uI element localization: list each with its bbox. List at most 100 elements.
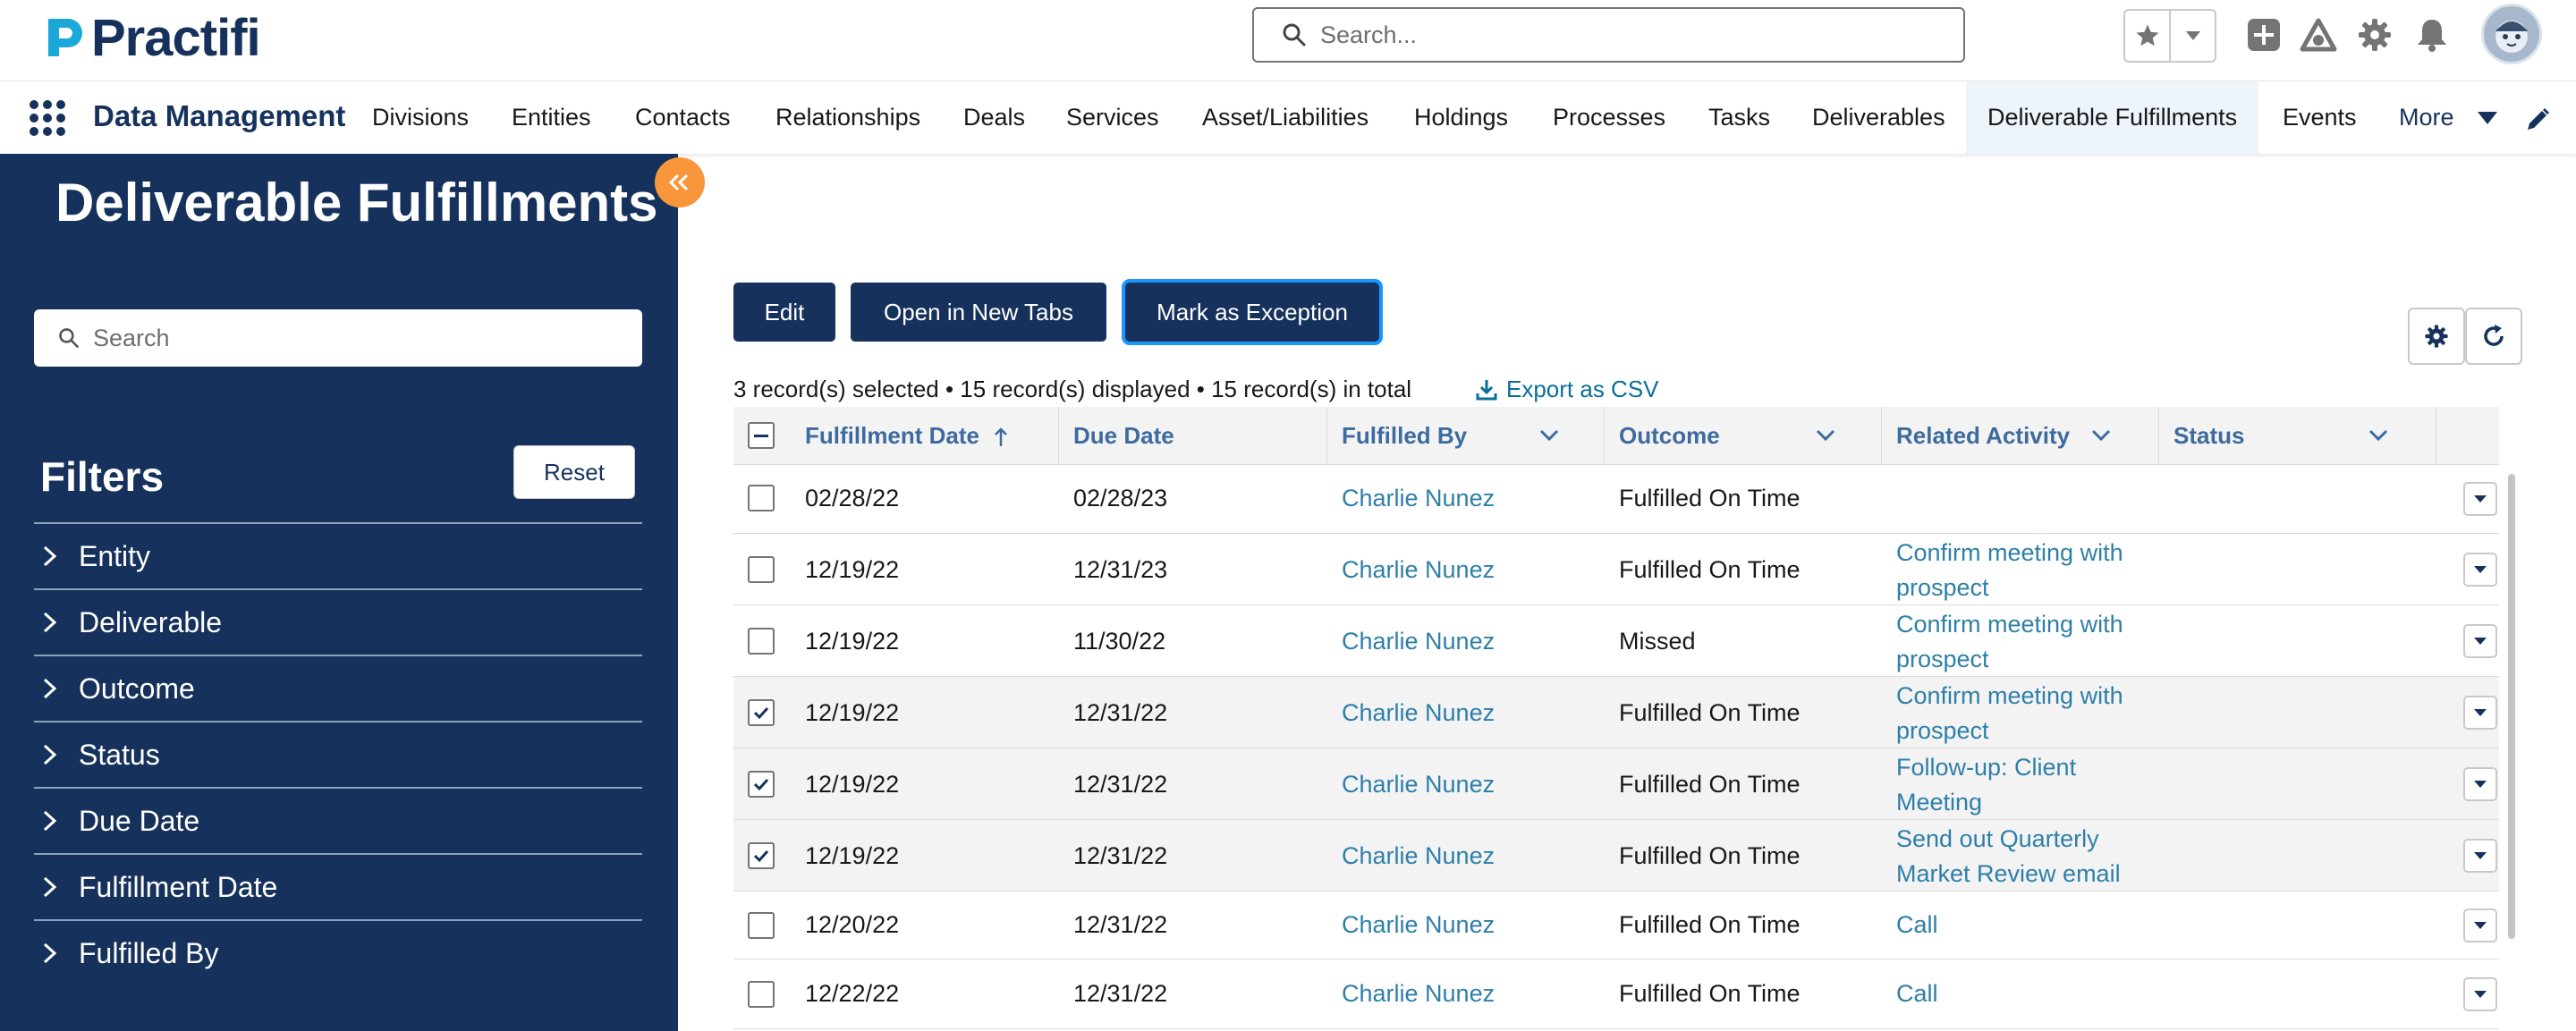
chevron-down-icon[interactable] bbox=[1538, 427, 1561, 444]
filter-deliverable[interactable]: Deliverable bbox=[34, 588, 642, 655]
table-scrollbar[interactable] bbox=[2508, 474, 2515, 939]
chevron-down-icon[interactable] bbox=[2367, 427, 2390, 444]
chevron-down-icon[interactable] bbox=[2476, 110, 2499, 126]
table-row[interactable]: 12/20/22 12/31/22 Charlie Nunez Fulfille… bbox=[733, 892, 2499, 959]
sidebar-search-input[interactable]: Search bbox=[34, 309, 642, 367]
column-header-due-date[interactable]: Due Date bbox=[1073, 407, 1174, 464]
refresh-button[interactable] bbox=[2465, 308, 2522, 365]
cell-fulfilled-by-link[interactable]: Charlie Nunez bbox=[1342, 485, 1495, 512]
open-in-new-tabs-button[interactable]: Open in New Tabs bbox=[851, 283, 1106, 342]
cell-fulfilled-by-link[interactable]: Charlie Nunez bbox=[1342, 980, 1495, 1008]
cell-related-activity-link[interactable]: Send out Quarterly Market Review email bbox=[1896, 822, 2121, 892]
table-row-selected[interactable]: 12/19/22 12/31/22 Charlie Nunez Fulfille… bbox=[733, 748, 2499, 820]
nav-item-entities[interactable]: Entities bbox=[512, 81, 591, 154]
nav-item-tasks[interactable]: Tasks bbox=[1708, 81, 1770, 154]
favorites-button[interactable] bbox=[2125, 11, 2169, 61]
nav-item-deals[interactable]: Deals bbox=[963, 81, 1025, 154]
filter-status[interactable]: Status bbox=[34, 721, 642, 787]
filter-outcome[interactable]: Outcome bbox=[34, 655, 642, 721]
cell-related-activity-link[interactable]: Confirm meeting with prospect bbox=[1896, 679, 2123, 748]
cell-related-activity-link[interactable]: Follow-up: Client Meeting bbox=[1896, 750, 2076, 820]
column-divider[interactable] bbox=[1058, 407, 1059, 464]
cell-fulfilled-by-link[interactable]: Charlie Nunez bbox=[1342, 842, 1495, 870]
nav-item-services[interactable]: Services bbox=[1066, 81, 1159, 154]
table-row[interactable]: 12/19/22 12/31/23 Charlie Nunez Fulfille… bbox=[733, 534, 2499, 605]
cell-related-activity-link[interactable]: Call bbox=[1896, 911, 1938, 939]
column-header-fulfilled-by[interactable]: Fulfilled By bbox=[1342, 407, 1467, 464]
nav-item-contacts[interactable]: Contacts bbox=[635, 81, 731, 154]
filter-fulfillment-date[interactable]: Fulfillment Date bbox=[34, 853, 642, 919]
filter-due-date[interactable]: Due Date bbox=[34, 787, 642, 853]
row-checkbox-checked[interactable] bbox=[748, 771, 775, 798]
nav-item-processes[interactable]: Processes bbox=[1553, 81, 1665, 154]
column-divider[interactable] bbox=[1326, 407, 1327, 464]
nav-item-events[interactable]: Events bbox=[2283, 81, 2357, 154]
row-actions-button[interactable] bbox=[2463, 696, 2497, 730]
app-launcher-icon[interactable] bbox=[27, 97, 68, 139]
cell-fulfillment-date: 12/19/22 bbox=[805, 628, 900, 655]
table-settings-button[interactable] bbox=[2408, 308, 2465, 365]
table-row[interactable]: 12/19/22 11/30/22 Charlie Nunez Missed C… bbox=[733, 605, 2499, 677]
filter-entity[interactable]: Entity bbox=[34, 522, 642, 588]
nav-more-menu[interactable]: More bbox=[2399, 81, 2454, 154]
row-checkbox[interactable] bbox=[748, 981, 775, 1008]
table-row-selected[interactable]: 12/19/22 12/31/22 Charlie Nunez Fulfille… bbox=[733, 677, 2499, 748]
cell-fulfilled-by-link[interactable]: Charlie Nunez bbox=[1342, 556, 1495, 584]
cell-fulfilled-by-link[interactable]: Charlie Nunez bbox=[1342, 911, 1495, 939]
cell-fulfilled-by-link[interactable]: Charlie Nunez bbox=[1342, 699, 1495, 727]
chevron-down-icon[interactable] bbox=[1814, 427, 1837, 444]
column-header-fulfillment-date[interactable]: Fulfillment Date bbox=[805, 407, 1009, 464]
row-actions-button[interactable] bbox=[2463, 482, 2497, 516]
nav-item-holdings[interactable]: Holdings bbox=[1414, 81, 1508, 154]
reset-filters-button[interactable]: Reset bbox=[513, 445, 635, 499]
trailhead-button[interactable] bbox=[2296, 13, 2341, 57]
cell-fulfilled-by-link[interactable]: Charlie Nunez bbox=[1342, 771, 1495, 799]
row-actions-button[interactable] bbox=[2463, 767, 2497, 801]
nav-item-deliverables[interactable]: Deliverables bbox=[1812, 81, 1945, 154]
nav-item-relationships[interactable]: Relationships bbox=[775, 81, 920, 154]
caret-down-icon bbox=[2474, 991, 2487, 998]
cell-related-activity-link[interactable]: Call bbox=[1896, 980, 1938, 1008]
chevron-down-icon[interactable] bbox=[2089, 427, 2113, 444]
cell-fulfilled-by-link[interactable]: Charlie Nunez bbox=[1342, 628, 1495, 655]
row-checkbox[interactable] bbox=[748, 628, 775, 655]
row-checkbox[interactable] bbox=[748, 485, 775, 511]
row-checkbox[interactable] bbox=[748, 912, 775, 939]
nav-item-divisions[interactable]: Divisions bbox=[372, 81, 469, 154]
edit-nav-icon[interactable] bbox=[2524, 106, 2551, 133]
mark-as-exception-button[interactable]: Mark as Exception bbox=[1125, 283, 1379, 342]
row-actions-button[interactable] bbox=[2463, 977, 2497, 1011]
cell-related-activity-link[interactable]: Confirm meeting with prospect bbox=[1896, 607, 2123, 677]
favorites-menu-button[interactable] bbox=[2169, 11, 2215, 61]
select-all-checkbox[interactable] bbox=[748, 422, 775, 449]
row-checkbox-checked[interactable] bbox=[748, 699, 775, 726]
nav-item-asset-liabilities[interactable]: Asset/Liabilities bbox=[1202, 81, 1368, 154]
column-header-outcome[interactable]: Outcome bbox=[1619, 407, 1720, 464]
cell-related-activity-link[interactable]: Confirm meeting with prospect bbox=[1896, 536, 2123, 605]
row-checkbox-checked[interactable] bbox=[748, 842, 775, 869]
row-actions-button[interactable] bbox=[2463, 553, 2497, 587]
row-actions-button[interactable] bbox=[2463, 908, 2497, 942]
practifi-logo[interactable]: Practifi bbox=[41, 9, 261, 67]
avatar[interactable] bbox=[2481, 4, 2542, 64]
global-search-input[interactable]: Search... bbox=[1252, 7, 1965, 63]
filter-fulfilled-by[interactable]: Fulfilled By bbox=[34, 919, 642, 985]
column-divider[interactable] bbox=[1604, 407, 1605, 464]
table-row[interactable]: 02/28/22 02/28/23 Charlie Nunez Fulfille… bbox=[733, 464, 2499, 534]
nav-item-deliverable-fulfillments[interactable]: Deliverable Fulfillments bbox=[1966, 81, 2259, 154]
column-header-related-activity[interactable]: Related Activity bbox=[1896, 407, 2070, 464]
column-divider[interactable] bbox=[1881, 407, 1882, 464]
notifications-button[interactable] bbox=[2410, 13, 2454, 57]
setup-button[interactable] bbox=[2352, 13, 2397, 57]
global-actions-button[interactable] bbox=[2241, 13, 2286, 57]
collapse-sidebar-button[interactable] bbox=[655, 157, 705, 207]
table-row[interactable]: 12/22/22 12/31/22 Charlie Nunez Fulfille… bbox=[733, 959, 2499, 1029]
column-divider[interactable] bbox=[2158, 407, 2159, 464]
row-actions-button[interactable] bbox=[2463, 839, 2497, 873]
export-csv-link[interactable]: Export as CSV bbox=[1474, 376, 1659, 403]
column-header-status[interactable]: Status bbox=[2174, 407, 2244, 464]
table-row-selected[interactable]: 12/19/22 12/31/22 Charlie Nunez Fulfille… bbox=[733, 820, 2499, 892]
row-checkbox[interactable] bbox=[748, 556, 775, 583]
edit-button[interactable]: Edit bbox=[733, 283, 835, 342]
row-actions-button[interactable] bbox=[2463, 624, 2497, 658]
